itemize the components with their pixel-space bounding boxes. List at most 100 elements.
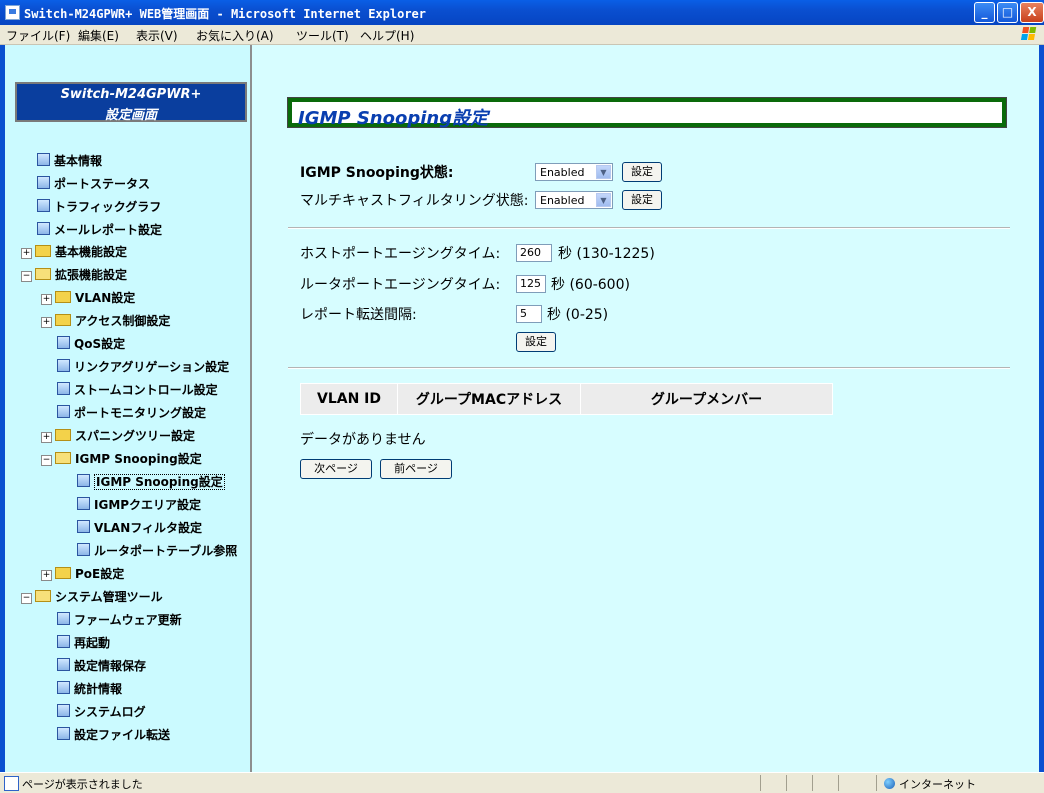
nav-item-access-control[interactable]: + アクセス制御設定 bbox=[41, 312, 170, 330]
status-separator bbox=[838, 775, 839, 791]
page-icon bbox=[77, 520, 90, 533]
prev-page-button[interactable]: 前ページ bbox=[380, 459, 452, 479]
status-separator bbox=[760, 775, 761, 791]
expand-plus-icon[interactable]: + bbox=[41, 570, 52, 581]
multicast-filter-select[interactable]: Enabled ▼ bbox=[535, 191, 613, 209]
nav-item-vlan-filter[interactable]: VLANフィルタ設定 bbox=[77, 519, 202, 537]
divider bbox=[288, 227, 1010, 229]
folder-icon bbox=[55, 291, 71, 303]
content-frame: IGMP Snooping設定 IGMP Snooping状態: Enabled… bbox=[252, 45, 1044, 772]
nav-item-qos[interactable]: QoS設定 bbox=[57, 335, 125, 353]
window-title: Switch-M24GPWR+ WEB管理画面 - Microsoft Inte… bbox=[24, 7, 427, 21]
multicast-filter-set-button[interactable]: 設定 bbox=[622, 190, 662, 210]
menu-edit[interactable]: 編集(E) bbox=[78, 27, 119, 44]
group-table: VLAN ID グループMACアドレス グループメンバー bbox=[300, 383, 833, 415]
router-aging-label: ルータポートエージングタイム: bbox=[300, 277, 501, 293]
menu-view[interactable]: 表示(V) bbox=[136, 27, 178, 44]
page-icon bbox=[37, 176, 50, 189]
folder-icon bbox=[55, 429, 71, 441]
page-icon bbox=[37, 153, 50, 166]
close-button[interactable]: X bbox=[1020, 2, 1044, 23]
zone-text: インターネット bbox=[899, 778, 976, 791]
nav-item-igmp-querier[interactable]: IGMPクエリア設定 bbox=[77, 496, 201, 514]
page-icon bbox=[37, 222, 50, 235]
open-folder-icon bbox=[35, 268, 51, 280]
page-icon bbox=[57, 405, 70, 418]
menu-tools[interactable]: ツール(T) bbox=[296, 27, 349, 44]
page-icon bbox=[57, 359, 70, 372]
nav-item-port-status[interactable]: ポートステータス bbox=[37, 175, 150, 193]
multicast-filter-label: マルチキャストフィルタリング状態: bbox=[300, 193, 529, 209]
multicast-filter-value: Enabled bbox=[540, 194, 585, 207]
status-separator bbox=[786, 775, 787, 791]
snooping-state-set-button[interactable]: 設定 bbox=[622, 162, 662, 182]
nav-item-statistics[interactable]: 統計情報 bbox=[57, 680, 122, 698]
ie-app-icon bbox=[5, 5, 20, 20]
nav-item-system-log[interactable]: システムログ bbox=[57, 703, 146, 721]
page-icon bbox=[77, 474, 90, 487]
open-folder-icon bbox=[35, 590, 51, 602]
column-header-group-member: グループメンバー bbox=[580, 383, 833, 415]
nav-item-extended-functions[interactable]: − 拡張機能設定 bbox=[21, 266, 127, 284]
report-interval-input[interactable]: 5 bbox=[516, 305, 542, 323]
nav-item-link-aggregation[interactable]: リンクアグリゲーション設定 bbox=[57, 358, 229, 376]
page-icon bbox=[57, 635, 70, 648]
nav-item-basic-info[interactable]: 基本情報 bbox=[37, 152, 102, 170]
maximize-button[interactable]: □ bbox=[997, 2, 1018, 23]
collapse-minus-icon[interactable]: − bbox=[21, 271, 32, 282]
nav-item-reboot[interactable]: 再起動 bbox=[57, 634, 110, 652]
nav-item-igmp-snooping-settings[interactable]: IGMP Snooping設定 bbox=[77, 473, 225, 491]
folder-icon bbox=[35, 245, 51, 257]
timer-set-button[interactable]: 設定 bbox=[516, 332, 556, 352]
router-aging-input[interactable]: 125 bbox=[516, 275, 546, 293]
page-icon bbox=[77, 497, 90, 510]
nav-item-firmware-update[interactable]: ファームウェア更新 bbox=[57, 611, 182, 629]
nav-item-spanning-tree[interactable]: + スパニングツリー設定 bbox=[41, 427, 195, 445]
folder-icon bbox=[55, 567, 71, 579]
menu-favorites[interactable]: お気に入り(A) bbox=[196, 27, 274, 44]
nav-item-mail-report[interactable]: メールレポート設定 bbox=[37, 221, 162, 239]
nav-item-system-tools[interactable]: − システム管理ツール bbox=[21, 588, 163, 606]
nav-item-storm-control[interactable]: ストームコントロール設定 bbox=[57, 381, 218, 399]
nav-item-port-monitoring[interactable]: ポートモニタリング設定 bbox=[57, 404, 206, 422]
nav-item-traffic-graph[interactable]: トラフィックグラフ bbox=[37, 198, 161, 216]
column-header-group-mac: グループMACアドレス bbox=[397, 383, 581, 415]
open-folder-icon bbox=[55, 452, 71, 464]
expand-plus-icon[interactable]: + bbox=[41, 432, 52, 443]
menu-file[interactable]: ファイル(F) bbox=[6, 27, 70, 44]
next-page-button[interactable]: 次ページ bbox=[300, 459, 372, 479]
page-icon bbox=[77, 543, 90, 556]
expand-plus-icon[interactable]: + bbox=[41, 294, 52, 305]
collapse-minus-icon[interactable]: − bbox=[41, 455, 52, 466]
collapse-minus-icon[interactable]: − bbox=[21, 593, 32, 604]
snooping-state-value: Enabled bbox=[540, 166, 585, 179]
expand-plus-icon[interactable]: + bbox=[41, 317, 52, 328]
page-icon bbox=[57, 382, 70, 395]
nav-item-igmp-snooping-folder[interactable]: − IGMP Snooping設定 bbox=[41, 450, 202, 468]
logo-product-name: Switch-M24GPWR+ bbox=[60, 87, 202, 102]
menu-help[interactable]: ヘルプ(H) bbox=[360, 27, 414, 44]
chevron-down-icon: ▼ bbox=[596, 165, 611, 179]
nav-item-config-file-transfer[interactable]: 設定ファイル転送 bbox=[57, 726, 170, 744]
page-icon bbox=[57, 704, 70, 717]
nav-item-vlan[interactable]: + VLAN設定 bbox=[41, 289, 135, 307]
logo-subtitle: 設定画面 bbox=[104, 108, 157, 123]
no-data-message: データがありません bbox=[300, 432, 426, 448]
report-interval-unit: 秒 (0-25) bbox=[547, 307, 609, 323]
page-loaded-icon bbox=[4, 776, 19, 791]
page-icon bbox=[57, 658, 70, 671]
page-title: IGMP Snooping設定 bbox=[298, 108, 489, 129]
nav-item-basic-functions[interactable]: + 基本機能設定 bbox=[21, 243, 127, 261]
snooping-state-select[interactable]: Enabled ▼ bbox=[535, 163, 613, 181]
expand-plus-icon[interactable]: + bbox=[21, 248, 32, 259]
globe-icon bbox=[884, 778, 895, 789]
host-aging-input[interactable]: 260 bbox=[516, 244, 552, 262]
nav-item-poe[interactable]: + PoE設定 bbox=[41, 565, 124, 583]
router-aging-unit: 秒 (60-600) bbox=[551, 277, 630, 293]
page-icon bbox=[37, 199, 50, 212]
minimize-button[interactable]: _ bbox=[974, 2, 995, 23]
nav-item-router-port-table[interactable]: ルータポートテーブル参照 bbox=[77, 542, 237, 560]
page-title-box: IGMP Snooping設定 bbox=[287, 97, 1007, 129]
host-aging-label: ホストポートエージングタイム: bbox=[300, 246, 501, 262]
nav-item-save-config[interactable]: 設定情報保存 bbox=[57, 657, 146, 675]
